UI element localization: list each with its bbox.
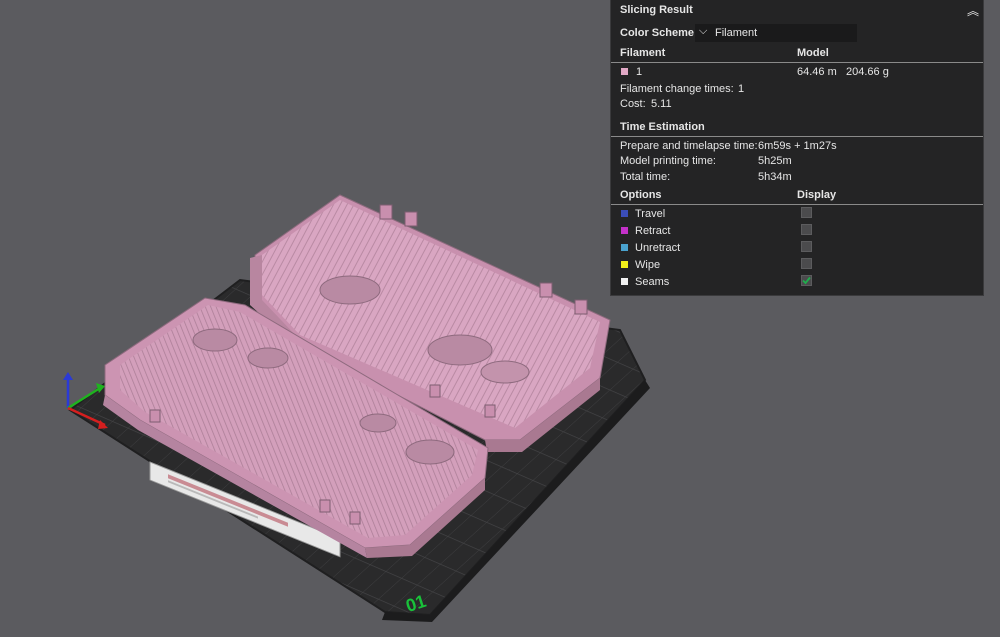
cost-label: Cost: [620,98,646,110]
seams-display-checkbox[interactable] [801,275,812,286]
divider [611,204,983,205]
retract-color-swatch [621,227,628,234]
wipe-color-swatch [621,261,628,268]
filament-header: Filament [620,47,666,59]
model-time-label: Model printing time: [620,155,716,167]
color-scheme-label: Color Scheme [620,27,694,39]
chevron-down-icon: ⌵ [699,25,708,37]
display-header: Display [797,189,837,201]
filament-change-label: Filament change times: [620,83,734,95]
option-label-seams: Seams [635,276,670,288]
wipe-display-checkbox[interactable] [801,258,812,269]
filament-length: 64.46 m [797,66,837,78]
option-label-retract: Retract [635,225,671,237]
prepare-time-value: 6m59s + 1m27s [758,140,837,152]
time-estimation-header: Time Estimation [620,121,705,133]
color-scheme-value: Filament [715,27,758,39]
unretract-color-swatch [621,244,628,251]
check-icon [802,276,811,285]
filament-weight: 204.66 g [846,66,889,78]
travel-color-swatch [621,210,628,217]
filament-id: 1 [636,66,643,78]
double-chevron-up-icon[interactable]: ︽ [967,2,979,19]
divider [611,62,983,63]
panel-title: Slicing Result [620,4,693,16]
unretract-display-checkbox[interactable] [801,241,812,252]
total-time-value: 5h34m [758,171,792,183]
travel-display-checkbox[interactable] [801,207,812,218]
total-time-label: Total time: [620,171,671,183]
option-label-wipe: Wipe [635,259,661,271]
color-scheme-dropdown[interactable]: ⌵ Filament [695,24,857,42]
filament-color-swatch [621,68,628,75]
filament-change-value: 1 [738,83,745,95]
cost-value: 5.11 [651,98,672,110]
prepare-time-label: Prepare and timelapse time: [620,140,758,152]
model-header: Model [797,47,829,59]
slicing-result-panel: Slicing Result ︽ Color Scheme ⌵ Filament… [610,0,984,296]
seams-color-swatch [621,278,628,285]
options-header: Options [620,189,662,201]
divider [611,136,983,137]
option-label-travel: Travel [635,208,666,220]
retract-display-checkbox[interactable] [801,224,812,235]
option-label-unretract: Unretract [635,242,681,254]
model-time-value: 5h25m [758,155,792,167]
